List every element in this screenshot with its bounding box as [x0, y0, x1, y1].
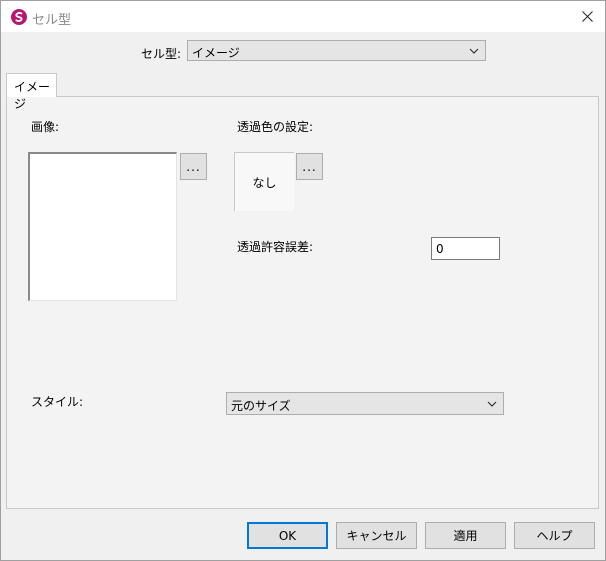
- cancel-button[interactable]: キャンセル: [336, 522, 417, 549]
- cell-type-label: セル型:: [141, 47, 182, 61]
- style-label: スタイル:: [31, 395, 84, 409]
- tab-image[interactable]: イメージ: [6, 73, 57, 111]
- dialog-window: セル型 セル型: イメージ イメージ 画像: ... 透過色の設定: なし ..…: [0, 0, 606, 561]
- tolerance-input[interactable]: 0: [431, 237, 500, 260]
- tolerance-value: 0: [436, 242, 444, 256]
- tab-image-label: イメージ: [14, 80, 51, 111]
- window-title: セル型: [32, 13, 72, 28]
- help-button[interactable]: ヘルプ: [514, 522, 595, 549]
- tolerance-label: 透過許容誤差:: [237, 240, 314, 254]
- title-bar: セル型: [1, 1, 605, 32]
- chevron-down-icon: [487, 401, 497, 407]
- app-logo-icon: [11, 9, 27, 25]
- cell-type-select[interactable]: イメージ: [187, 40, 486, 61]
- style-select[interactable]: 元のサイズ: [226, 392, 504, 415]
- transparent-color-label: 透過色の設定:: [237, 120, 314, 134]
- image-browse-button[interactable]: ...: [180, 153, 207, 180]
- transparent-color-browse-button[interactable]: ...: [296, 153, 323, 180]
- image-label: 画像:: [31, 120, 60, 134]
- image-preview: [28, 152, 177, 301]
- style-value: 元のサイズ: [231, 399, 291, 413]
- close-icon: [581, 10, 593, 22]
- apply-button[interactable]: 適用: [425, 522, 506, 549]
- transparent-color-preview: なし: [234, 152, 294, 211]
- ok-button[interactable]: OK: [247, 522, 328, 549]
- chevron-down-icon: [469, 48, 479, 54]
- transparent-color-value: なし: [252, 175, 277, 190]
- close-button[interactable]: [575, 5, 599, 27]
- cell-type-value: イメージ: [192, 46, 240, 60]
